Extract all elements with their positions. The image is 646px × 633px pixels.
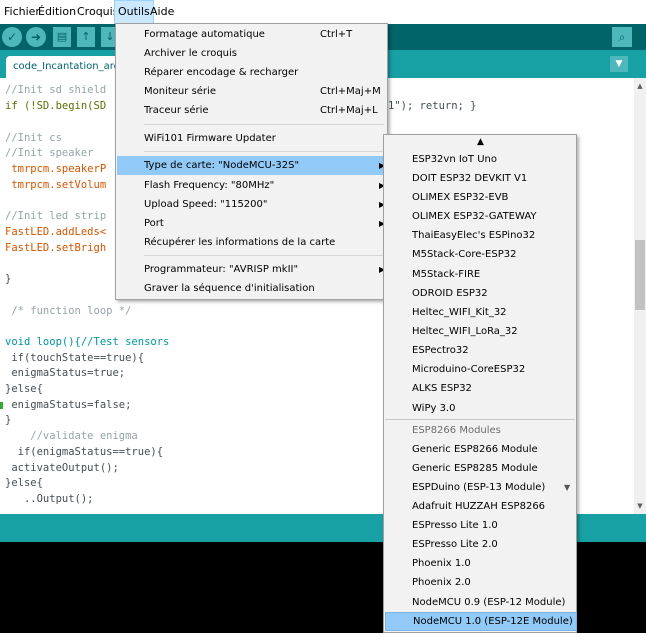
board-option[interactable]: ESP32vn IoT Uno — [385, 150, 575, 169]
code-line: if(enigmaStatus==true){ — [5, 446, 164, 458]
board-option[interactable]: Phoenix 2.0 — [385, 573, 575, 592]
outils-menu: Formatage automatique Ctrl+T Archiver le … — [115, 23, 388, 300]
upload-button[interactable]: ➜ — [26, 27, 46, 47]
board-option-selected[interactable]: NodeMCU 1.0 (ESP-12E Module) — [385, 612, 577, 631]
menu-separator — [144, 151, 384, 152]
open-button[interactable]: ↑ — [77, 27, 95, 47]
code-line: tmrpcm.setVolum — [5, 179, 107, 191]
board-option[interactable]: ESPresso Lite 1.0 — [385, 516, 575, 535]
board-option[interactable]: OLIMEX ESP32-GATEWAY — [385, 207, 575, 226]
board-option[interactable]: M5Stack-FIRE — [385, 265, 575, 284]
bracket-match-marker — [0, 402, 3, 409]
serial-monitor-button[interactable]: ⌕ — [612, 27, 632, 47]
board-option[interactable]: ESPresso Lite 2.0 — [385, 535, 575, 554]
board-option[interactable]: Heltec_WIFI_LoRa_32 — [385, 322, 575, 341]
tab-menu-button[interactable]: ▼ — [610, 56, 628, 72]
board-option[interactable]: Generic ESP8266 Module — [385, 440, 575, 459]
menu-separator — [144, 255, 384, 256]
scroll-up-icon[interactable]: ▲ — [634, 80, 646, 92]
scrollbar-thumb[interactable] — [635, 240, 645, 310]
board-option[interactable]: Generic ESP8285 Module — [385, 459, 575, 478]
scroll-up-icon[interactable]: ▲ — [477, 137, 484, 147]
triangle-down-icon: ▼ — [615, 59, 623, 69]
code-line: if (!SD.begin(SD 1"); return; } — [5, 100, 477, 112]
code-line: FastLED.addLeds< — [5, 226, 107, 238]
code-line: //Init cs — [5, 132, 62, 144]
scroll-down-icon[interactable]: ▼ — [564, 483, 570, 492]
menu-aide[interactable]: Aide — [147, 0, 177, 24]
code-line: //validate enigma — [5, 430, 138, 442]
menu-item-archive[interactable]: Archiver le croquis — [117, 44, 386, 63]
menu-item-serial-monitor[interactable]: Moniteur série Ctrl+Maj+M — [117, 82, 386, 101]
code-line: enigmaStatus=false; — [5, 399, 132, 411]
code-line: tmrpcm.speakerP — [5, 163, 107, 175]
board-option[interactable]: Adafruit HUZZAH ESP8266 — [385, 497, 575, 516]
menu-item-serial-plotter[interactable]: Traceur série Ctrl+Maj+L — [117, 101, 386, 120]
file-icon: ▤ — [56, 30, 68, 43]
board-option[interactable]: ThaiEasyElec's ESPino32 — [385, 226, 575, 245]
menu-item-board-type[interactable]: Type de carte: "NodeMCU-32S"▶ — [117, 156, 386, 175]
code-line: /* function loop */ — [5, 305, 132, 317]
menu-item-autoformat[interactable]: Formatage automatique Ctrl+T — [117, 25, 386, 44]
menu-item-board-info[interactable]: Récupérer les informations de la carte — [117, 233, 386, 252]
code-line: ..Output(); — [5, 493, 94, 505]
menu-separator — [144, 124, 384, 125]
menu-item-burn-bootloader[interactable]: Graver la séquence d'initialisation — [117, 279, 386, 298]
verify-button[interactable]: ✓ — [2, 27, 22, 47]
board-option[interactable]: WiPy 3.0 — [385, 399, 575, 418]
tab-sketch[interactable]: code_Incantation_ard — [6, 56, 133, 78]
board-option[interactable]: ESPDuino (ESP-13 Module) — [385, 478, 575, 497]
code-line: } — [5, 273, 12, 285]
code-line: //Init speaker — [5, 147, 94, 159]
menu-bar: Fichier Édition Croquis Outils Aide — [0, 0, 646, 25]
new-button[interactable]: ▤ — [53, 27, 71, 47]
code-line: } — [5, 414, 12, 426]
scroll-down-icon[interactable]: ▼ — [634, 500, 646, 512]
check-icon: ✓ — [6, 30, 18, 44]
menu-item-port[interactable]: Port▶ — [117, 214, 386, 233]
board-section-header: ESP8266 Modules — [412, 425, 501, 436]
code-line: activateOutput(); — [5, 462, 119, 474]
code-line: }else{ — [5, 383, 43, 395]
board-option[interactable]: NodeMCU 0.9 (ESP-12 Module) — [385, 593, 575, 612]
board-option[interactable]: ODROID ESP32 — [385, 284, 575, 303]
board-option[interactable]: DOIT ESP32 DEVKIT V1 — [385, 169, 575, 188]
board-option[interactable]: OLIMEX ESP32-EVB — [385, 188, 575, 207]
arrow-up-icon: ↑ — [81, 30, 91, 43]
board-option[interactable]: Phoenix 1.0 — [385, 554, 575, 573]
menu-item-programmer[interactable]: Programmateur: "AVRISP mkII"▶ — [117, 260, 386, 279]
magnifier-icon: ⌕ — [618, 30, 626, 44]
code-line: if(touchState==true){ — [5, 352, 145, 364]
code-line: //Init led strip — [5, 210, 107, 222]
code-line: void loop(){//Test sensors — [5, 336, 170, 348]
board-option[interactable]: ALKS ESP32 — [385, 379, 575, 398]
board-option[interactable]: M5Stack-Core-ESP32 — [385, 245, 575, 264]
menu-item-upload-speed[interactable]: Upload Speed: "115200"▶ — [117, 195, 386, 214]
board-option[interactable]: ESPectro32 — [385, 341, 575, 360]
board-option[interactable]: Microduino-CoreESP32 — [385, 360, 575, 379]
arrow-down-icon: ↓ — [105, 30, 115, 43]
code-line: }else{ — [5, 477, 43, 489]
menu-item-fix-encoding[interactable]: Réparer encodage & recharger — [117, 63, 386, 82]
menu-separator — [385, 419, 575, 420]
code-line: enigmaStatus=true; — [5, 367, 126, 379]
board-option[interactable]: Heltec_WIFI_Kit_32 — [385, 303, 575, 322]
menu-item-flash-frequency[interactable]: Flash Frequency: "80MHz"▶ — [117, 176, 386, 195]
board-submenu: ▲ ESP32vn IoT Uno DOIT ESP32 DEVKIT V1 O… — [383, 134, 577, 633]
code-line: FastLED.setBrigh — [5, 242, 107, 254]
code-line: //Init sd shield — [5, 84, 107, 96]
menu-item-wifi101-updater[interactable]: WiFi101 Firmware Updater — [117, 129, 386, 148]
arrow-right-icon: ➜ — [30, 30, 42, 44]
menu-edition[interactable]: Édition — [35, 0, 79, 24]
